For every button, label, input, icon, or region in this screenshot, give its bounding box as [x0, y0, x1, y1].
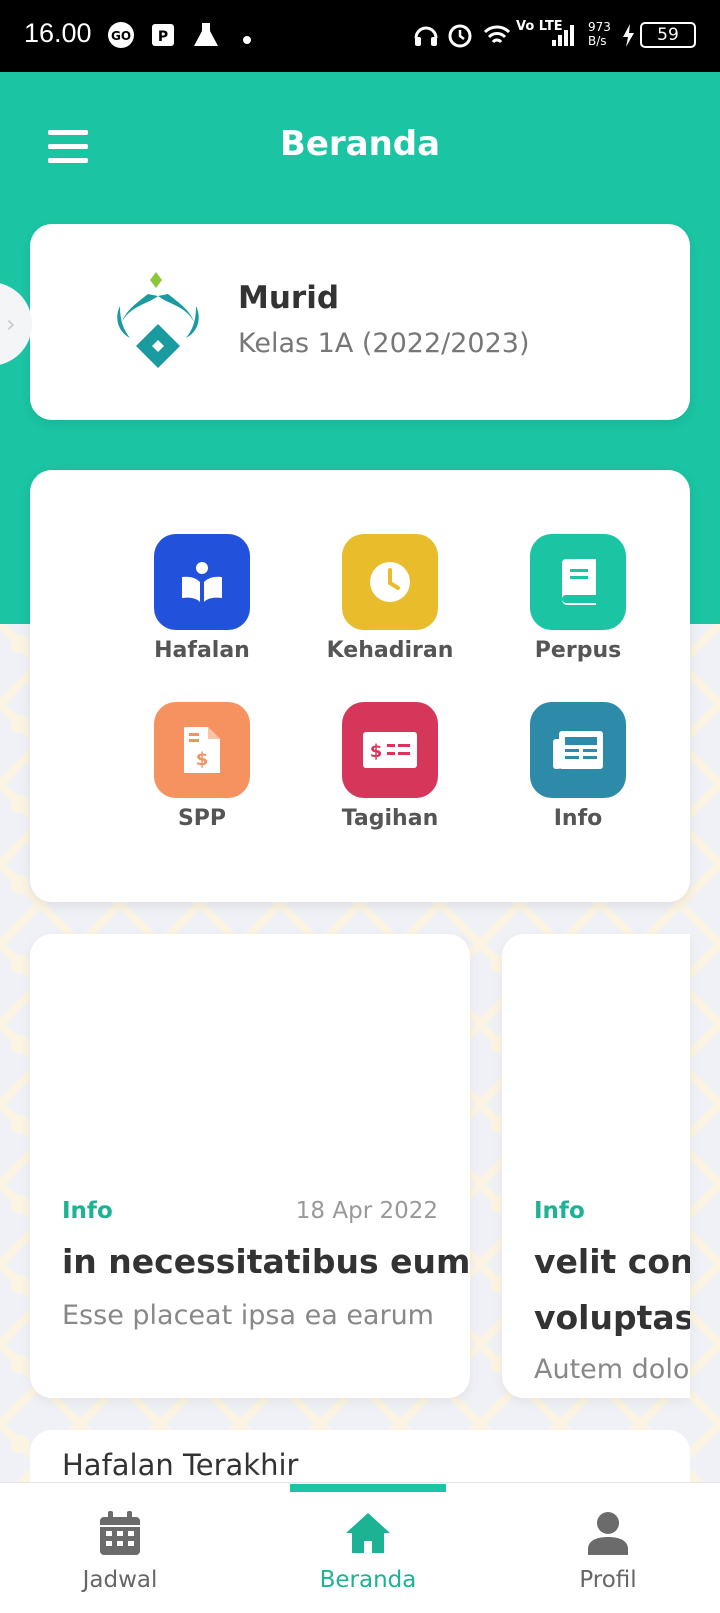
menu-label-spp: SPP: [177, 806, 227, 831]
menu-item-perpus[interactable]: Perpus: [483, 534, 673, 674]
news-title: velit cons: [534, 1242, 690, 1281]
news-title: in necessitatibus eum: [62, 1242, 470, 1281]
nav-label-profil: Profil: [579, 1567, 637, 1593]
menu-label-kehadiran: Kehadiran: [326, 638, 454, 663]
profile-card[interactable]: Murid Kelas 1A (2022/2023): [30, 224, 690, 420]
nav-beranda[interactable]: Beranda: [248, 1483, 488, 1613]
bottom-navigation: Jadwal Beranda Profil: [0, 1482, 720, 1613]
alarm-icon: [446, 20, 474, 56]
status-time: 16.00: [24, 18, 92, 48]
page-title: Beranda: [279, 124, 441, 164]
invoice-dollar-icon: $: [154, 702, 250, 798]
nav-profil[interactable]: Profil: [488, 1483, 720, 1613]
news-title-line2: voluptas: [534, 1298, 690, 1337]
book-reader-icon: [154, 534, 250, 630]
section-title: Hafalan Terakhir: [62, 1448, 299, 1482]
battery-level: 59: [640, 22, 696, 48]
signal-icon: [550, 20, 576, 56]
wifi-icon: [482, 20, 512, 56]
news-description: Autem dolor: [534, 1354, 690, 1385]
go-app-icon: GO: [106, 20, 136, 56]
active-tab-indicator: [290, 1484, 446, 1492]
nav-label-jadwal: Jadwal: [82, 1567, 158, 1593]
news-date: 18 Apr 2022: [295, 1198, 438, 1224]
nav-label-beranda: Beranda: [319, 1567, 417, 1593]
profile-name: Murid: [238, 280, 340, 316]
headphone-icon: [412, 20, 440, 56]
charging-icon: [620, 20, 636, 56]
parking-app-icon: P: [150, 20, 176, 56]
menu-item-tagihan[interactable]: $ Tagihan: [295, 702, 485, 842]
news-category: Info: [62, 1198, 113, 1224]
chevron-right-icon: ›: [6, 310, 16, 338]
svg-text:$: $: [196, 749, 209, 770]
menu-item-kehadiran[interactable]: Kehadiran: [295, 534, 485, 674]
menu-label-hafalan: Hafalan: [154, 638, 250, 663]
svg-text:P: P: [158, 29, 168, 45]
menu-label-info: Info: [553, 806, 603, 831]
newspaper-icon: [530, 702, 626, 798]
menu-item-info[interactable]: Info: [483, 702, 673, 842]
svg-text:GO: GO: [111, 29, 131, 43]
menu-item-hafalan[interactable]: Hafalan: [107, 534, 297, 674]
profile-class: Kelas 1A (2022/2023): [238, 328, 530, 359]
svg-text:$: $: [370, 741, 383, 762]
network-speed: 973 B/s: [588, 20, 611, 48]
menu-grid-card: Hafalan Kehadiran Perpus $ SPP $ Tagihan…: [30, 470, 690, 902]
clock-icon: [342, 534, 438, 630]
dot-icon: [242, 26, 252, 51]
nav-jadwal[interactable]: Jadwal: [0, 1483, 240, 1613]
news-category: Info: [534, 1198, 585, 1224]
status-bar: 16.00 GO P Vo LTE 973 B/s 59: [0, 0, 720, 72]
book-icon: [530, 534, 626, 630]
school-logo: [110, 268, 206, 372]
menu-label-perpus: Perpus: [534, 638, 622, 663]
news-card[interactable]: Info velit cons voluptas Autem dolor: [502, 934, 690, 1398]
money-check-icon: $: [342, 702, 438, 798]
menu-item-spp[interactable]: $ SPP: [107, 702, 297, 842]
menu-label-tagihan: Tagihan: [341, 806, 439, 831]
calendar-icon: [100, 1511, 140, 1555]
user-icon: [588, 1511, 628, 1555]
home-icon: [344, 1511, 392, 1555]
flask-icon: [192, 20, 220, 56]
news-description: Esse placeat ipsa ea earum vc: [62, 1300, 438, 1331]
news-card[interactable]: Info 18 Apr 2022 in necessitatibus eum E…: [30, 934, 470, 1398]
